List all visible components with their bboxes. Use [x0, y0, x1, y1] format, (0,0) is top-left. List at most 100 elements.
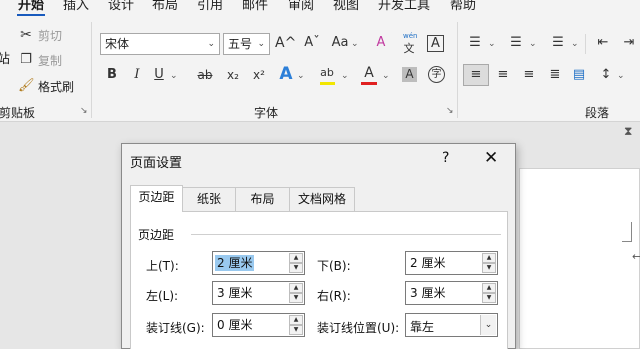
italic-icon[interactable]: I	[130, 66, 144, 84]
spin-up-icon[interactable]: ▲	[289, 283, 303, 293]
change-case-icon[interactable]: Aa	[330, 34, 350, 52]
gutter-position-value: 靠左	[410, 320, 435, 334]
bottom-margin-value[interactable]: 2 厘米	[408, 255, 447, 271]
right-margin-value[interactable]: 3 厘米	[408, 285, 447, 301]
font-color-icon[interactable]: A	[361, 64, 377, 82]
chevron-down-icon[interactable]: ⌄	[170, 71, 178, 81]
spin-down-icon[interactable]: ▼	[482, 263, 496, 273]
format-painter-icon[interactable]: 🖌	[18, 77, 35, 95]
tab-document-grid[interactable]: 文档网格	[289, 187, 355, 211]
gutter-position-select[interactable]: 靠左 ⌄	[405, 313, 498, 337]
chevron-down-icon[interactable]: ⌄	[480, 315, 496, 335]
decrease-indent-icon[interactable]: ⇤	[594, 34, 612, 52]
ribbon-panel: 站 ✂ 剪切 ❐ 复制 🖌 格式刷 剪贴板 ↘ 宋体 ⌄ 五号 ⌄ A^ Aˇ …	[0, 16, 640, 122]
increase-indent-icon[interactable]: ⇥	[620, 34, 638, 52]
chevron-down-icon[interactable]: ⌄	[382, 71, 390, 81]
highlight-icon[interactable]: ab	[318, 64, 336, 82]
align-left-icon: ≡	[470, 67, 482, 82]
tab-review[interactable]: 审阅	[288, 0, 314, 13]
format-painter-button[interactable]: 格式刷	[38, 78, 74, 95]
tab-view[interactable]: 视图	[333, 0, 359, 13]
bottom-margin-spinner[interactable]: 2 厘米 ▲ ▼	[405, 251, 498, 275]
tab-home[interactable]: 开始	[18, 0, 44, 13]
gutter-spinner[interactable]: 0 厘米 ▲ ▼	[212, 313, 305, 337]
copy-icon[interactable]: ❐	[18, 51, 34, 69]
clipboard-launcher-icon[interactable]: ↘	[80, 106, 88, 116]
justify-icon[interactable]: ≣	[546, 66, 564, 84]
tab-layout[interactable]: 布局	[152, 0, 178, 13]
help-button[interactable]: ?	[442, 150, 449, 166]
spin-up-icon[interactable]: ▲	[289, 315, 303, 325]
chevron-down-icon[interactable]: ⌄	[297, 71, 305, 81]
spin-up-icon[interactable]: ▲	[289, 253, 303, 263]
top-margin-value[interactable]: 2 厘米	[215, 255, 255, 271]
top-margin-spinner[interactable]: 2 厘米 ▲ ▼	[212, 251, 305, 275]
divider	[585, 34, 586, 54]
character-border-icon[interactable]: A	[427, 35, 444, 52]
underline-icon[interactable]: U	[152, 66, 166, 84]
tab-help[interactable]: 帮助	[450, 0, 476, 13]
phonetic-guide-small: wén	[403, 32, 418, 40]
enclose-characters-icon[interactable]: 字	[428, 66, 445, 83]
chevron-down-icon[interactable]: ⌄	[617, 71, 625, 81]
group-divider	[91, 22, 92, 118]
distributed-icon[interactable]: ▤	[570, 66, 588, 84]
tab-insert[interactable]: 插入	[63, 0, 89, 13]
page-setup-dialog: 页面设置 ? ✕ 页边距 纸张 布局 文档网格 页边距 上(T): 2 厘米 ▲…	[121, 143, 516, 349]
tab-references[interactable]: 引用	[197, 0, 223, 13]
clear-formatting-icon[interactable]: A	[372, 34, 390, 52]
copy-button[interactable]: 复制	[38, 52, 62, 69]
spin-down-icon[interactable]: ▼	[289, 263, 303, 273]
tab-margins[interactable]: 页边距	[130, 185, 183, 212]
margin-corner-mark	[622, 222, 632, 242]
right-margin-spinner[interactable]: 3 厘米 ▲ ▼	[405, 281, 498, 305]
chevron-down-icon[interactable]: ⌄	[351, 39, 359, 49]
close-icon[interactable]: ✕	[484, 148, 498, 168]
numbering-icon[interactable]: ☰	[507, 34, 525, 52]
font-name-combobox[interactable]: 宋体 ⌄	[100, 33, 220, 55]
multilevel-list-icon[interactable]: ☰	[549, 34, 567, 52]
cut-button[interactable]: 剪切	[38, 27, 62, 44]
grow-font-icon[interactable]: A^	[275, 34, 296, 52]
tab-mailings[interactable]: 邮件	[242, 0, 268, 13]
left-margin-value[interactable]: 3 厘米	[215, 285, 254, 301]
align-left-button[interactable]: ≡	[463, 64, 489, 86]
tab-developer[interactable]: 开发工具	[378, 0, 430, 13]
chevron-down-icon[interactable]: ⌄	[341, 71, 349, 81]
ruler-marker-icon[interactable]: ⧗	[624, 124, 632, 139]
line-spacing-icon[interactable]: ↕	[597, 66, 615, 84]
left-margin-spinner[interactable]: 3 厘米 ▲ ▼	[212, 281, 305, 305]
scissors-icon[interactable]: ✂	[18, 26, 34, 44]
phonetic-guide-icon[interactable]: 文	[400, 40, 418, 58]
left-margin-label: 左(L):	[146, 289, 179, 303]
align-center-icon[interactable]: ≡	[494, 66, 512, 84]
text-effects-icon[interactable]: A	[278, 65, 294, 83]
tab-paper[interactable]: 纸张	[182, 187, 236, 211]
strikethrough-icon[interactable]: ab	[196, 66, 214, 84]
subscript-icon[interactable]: x₂	[224, 66, 242, 84]
spin-down-icon[interactable]: ▼	[289, 293, 303, 303]
chevron-down-icon[interactable]: ⌄	[529, 39, 537, 49]
tab-design[interactable]: 设计	[108, 0, 134, 13]
group-divider	[457, 22, 458, 118]
character-shading-icon[interactable]: A	[402, 67, 417, 82]
superscript-icon[interactable]: x²	[250, 66, 268, 84]
spin-down-icon[interactable]: ▼	[482, 293, 496, 303]
document-page[interactable]	[519, 168, 640, 349]
align-right-icon[interactable]: ≡	[520, 66, 538, 84]
font-launcher-icon[interactable]: ↘	[446, 106, 454, 116]
top-margin-label: 上(T):	[146, 259, 179, 273]
spin-down-icon[interactable]: ▼	[289, 325, 303, 335]
tab-layout[interactable]: 布局	[235, 187, 290, 211]
chevron-down-icon[interactable]: ⌄	[571, 39, 579, 49]
spin-up-icon[interactable]: ▲	[482, 283, 496, 293]
bullets-icon[interactable]: ☰	[466, 34, 484, 52]
bottom-margin-label: 下(B):	[317, 259, 351, 273]
spin-up-icon[interactable]: ▲	[482, 253, 496, 263]
bold-icon[interactable]: B	[105, 66, 119, 84]
gutter-value[interactable]: 0 厘米	[215, 317, 254, 333]
font-size-combobox[interactable]: 五号 ⌄	[223, 33, 270, 55]
paste-button-label[interactable]: 站	[0, 48, 10, 67]
shrink-font-icon[interactable]: Aˇ	[302, 34, 322, 52]
chevron-down-icon[interactable]: ⌄	[488, 39, 496, 49]
